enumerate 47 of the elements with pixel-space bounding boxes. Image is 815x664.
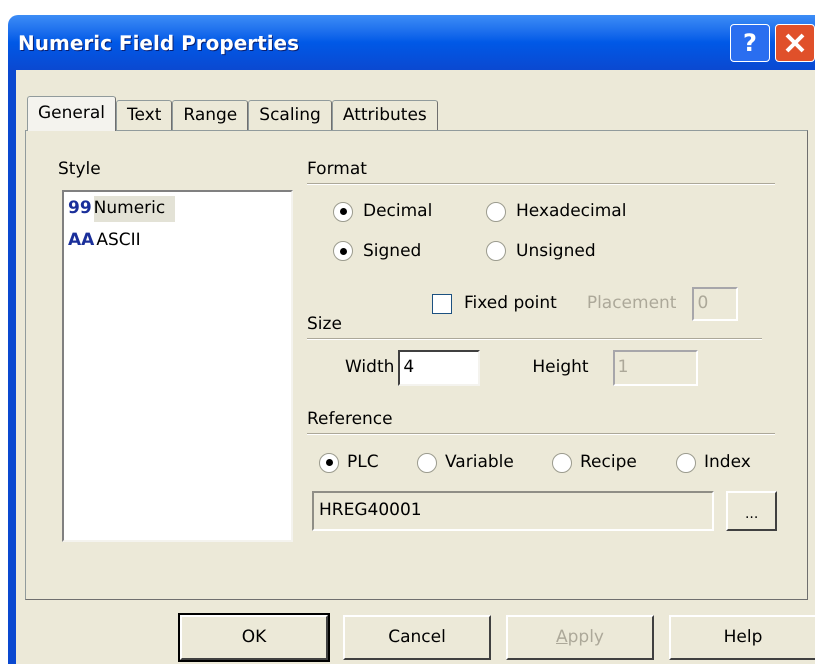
radio-label: Hexadecimal — [516, 200, 626, 223]
radio-button[interactable] — [333, 241, 353, 262]
radio-label: PLC — [347, 451, 379, 474]
radio-label: Decimal — [363, 200, 432, 223]
radio-label: Variable — [445, 451, 514, 474]
radio-label: Recipe — [580, 451, 637, 474]
reference-field[interactable]: HREG40001 — [312, 490, 714, 530]
radio-label: Signed — [363, 240, 422, 262]
radio-button[interactable] — [333, 202, 353, 222]
field-label: Height — [532, 356, 589, 380]
style-item[interactable]: AAASCII — [68, 228, 151, 253]
radio-button[interactable] — [486, 202, 506, 222]
dialog-button[interactable]: Help — [669, 615, 815, 660]
style-label: Numeric — [94, 196, 176, 222]
group-label: Reference — [307, 408, 394, 430]
style-icon: AA — [68, 228, 96, 253]
radio-button[interactable] — [486, 241, 506, 262]
tab[interactable]: Scaling — [248, 100, 332, 130]
checkbox-label: Fixed point — [464, 292, 557, 316]
group-label: Format — [307, 158, 368, 180]
tab[interactable]: Attributes — [332, 100, 438, 130]
radio-button[interactable] — [552, 452, 572, 473]
field-label: Width — [345, 356, 394, 380]
size-field[interactable]: 4 — [398, 350, 480, 386]
close-button[interactable] — [775, 24, 815, 62]
group-label: Style — [58, 158, 102, 180]
radio-label: Index — [704, 451, 751, 474]
radio-button[interactable] — [676, 452, 696, 473]
tab[interactable]: Text — [116, 100, 172, 130]
field-label: Placement — [586, 292, 676, 316]
radio-label: Unsigned — [516, 240, 596, 262]
fixed-point-checkbox[interactable] — [432, 294, 452, 314]
style-item[interactable]: 99 Numeric — [68, 196, 176, 222]
close-icon — [784, 32, 806, 54]
group-label: Size — [307, 313, 343, 335]
tab[interactable]: Range — [172, 100, 248, 130]
style-icon: 99 — [68, 196, 94, 222]
browse-button[interactable]: ... — [726, 490, 777, 530]
dialog-button[interactable]: Cancel — [343, 615, 491, 660]
style-label: ASCII — [96, 228, 142, 252]
window-title: Numeric Field Properties — [18, 30, 300, 56]
dialog-button[interactable]: OK — [180, 615, 328, 660]
radio-button[interactable] — [417, 452, 437, 473]
tab[interactable]: General — [27, 96, 116, 131]
radio-button[interactable] — [319, 452, 339, 473]
help-button[interactable]: ? — [730, 24, 770, 62]
style-list[interactable]: 99 Numeric AAASCII — [62, 190, 293, 542]
